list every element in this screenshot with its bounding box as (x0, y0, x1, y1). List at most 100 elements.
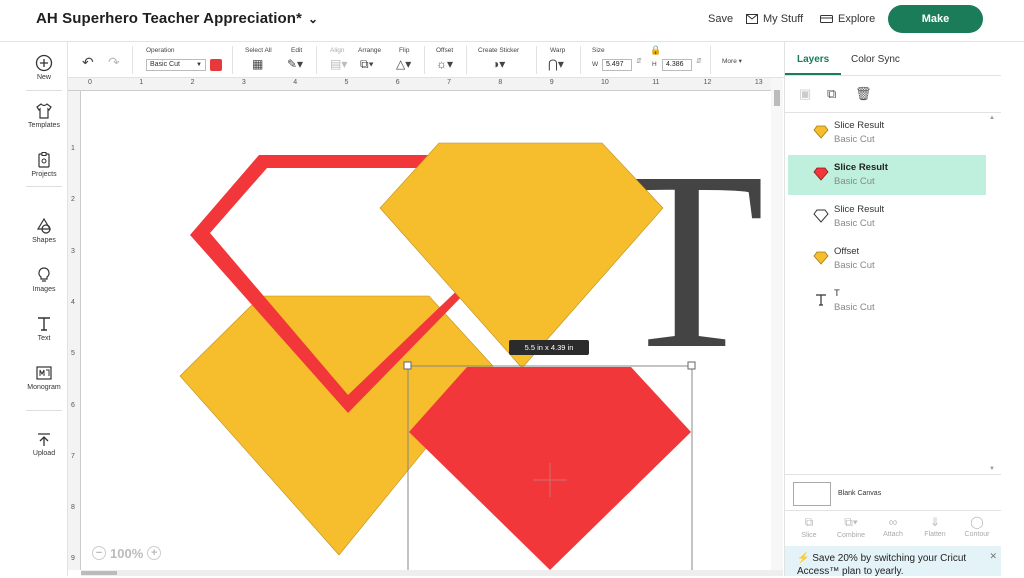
bolt-icon: ⚡ (797, 553, 810, 564)
clipboard-icon (38, 152, 50, 168)
combine-icon: ⧉▾ (844, 515, 858, 529)
select-all-icon[interactable]: ▦ (252, 57, 263, 71)
operation-color-swatch[interactable] (210, 59, 222, 71)
flatten-button[interactable]: ⇓ Flatten (915, 515, 955, 538)
undo-icon[interactable]: ↶ (82, 54, 94, 71)
promo-banner[interactable]: ⚡ Save 20% by switching your Cricut Acce… (785, 546, 1001, 577)
operation-value: Basic Cut (150, 61, 180, 68)
offset-icon[interactable]: ☼▾ (436, 57, 453, 71)
layer-item[interactable]: Slice Result Basic Cut (788, 197, 986, 237)
project-title[interactable]: AH Superhero Teacher Appreciation* ⌄ (36, 10, 318, 27)
duplicate-icon[interactable]: ⧉ (827, 86, 836, 102)
sidebar-item-label: Projects (31, 171, 57, 178)
canvas-vertical-scrollbar[interactable] (771, 78, 783, 570)
width-input[interactable]: 5.497 (602, 59, 632, 71)
ruler-number: 6 (71, 401, 75, 409)
warp-icon[interactable]: ⋂▾ (548, 57, 564, 71)
operation-select[interactable]: Basic Cut ▼ (146, 59, 206, 71)
align-icon[interactable]: ▤▾ (330, 57, 347, 71)
height-input[interactable]: 4.386 (662, 59, 692, 71)
sidebar-item-shapes[interactable]: Shapes (20, 217, 68, 244)
ruler-vertical: 1 2 3 4 5 6 7 8 9 (68, 91, 81, 570)
design-canvas[interactable]: T 5.5 in x 4.39 in − 100% + (81, 91, 771, 570)
chevron-down-icon[interactable]: ⌄ (308, 12, 318, 26)
scroll-thumb[interactable] (81, 571, 117, 575)
edit-toolbar: ↶ ↷ Operation Basic Cut ▼ Select All ▦ Ed… (68, 42, 784, 78)
canvas-horizontal-scrollbar[interactable] (81, 570, 783, 576)
trash-icon[interactable]: 🗑 (855, 86, 872, 102)
sidebar-item-label: New (36, 74, 51, 81)
sidebar-item-monogram[interactable]: Monogram (20, 364, 68, 391)
tab-layers[interactable]: Layers (797, 54, 829, 65)
layer-item[interactable]: T Basic Cut (788, 281, 986, 321)
make-button[interactable]: Make (888, 5, 983, 33)
width-label: W (592, 61, 599, 68)
zoom-in-button[interactable]: + (147, 546, 162, 560)
layer-name: Offset (834, 246, 860, 257)
caret-down-icon: ▼ (196, 62, 202, 68)
attach-label: Attach (883, 531, 903, 538)
shirt-icon (36, 103, 52, 119)
sidebar-item-images[interactable]: Images (20, 266, 68, 293)
group-icon[interactable]: ▣ (799, 86, 811, 102)
stepper-icon[interactable]: ⇵ (636, 57, 642, 65)
contour-button[interactable]: ◯ Contour (957, 515, 997, 538)
lock-icon[interactable]: 🔒 (650, 45, 661, 56)
top-bar: AH Superhero Teacher Appreciation* ⌄ Save… (0, 0, 1024, 42)
size-label: Size (592, 47, 605, 54)
ruler-number: 4 (293, 79, 298, 86)
divider (316, 46, 317, 74)
close-icon[interactable]: ✕ (989, 550, 997, 563)
combine-button[interactable]: ⧉▾ Combine (831, 515, 871, 539)
zoom-out-button[interactable]: − (92, 546, 106, 560)
sidebar-item-text[interactable]: Text (20, 315, 68, 342)
ruler-number: 7 (71, 452, 75, 460)
divider (466, 46, 467, 74)
my-stuff-link[interactable]: My Stuff (746, 13, 803, 25)
gold-diamond-icon (813, 251, 829, 265)
more-label: More (722, 58, 737, 65)
layer-item[interactable]: Offset Basic Cut (788, 239, 986, 279)
scroll-thumb[interactable] (774, 90, 780, 106)
layer-item-selected[interactable]: Slice Result Basic Cut (788, 155, 986, 195)
pencil-icon[interactable]: ✎▾ (287, 57, 303, 71)
sidebar-item-upload[interactable]: Upload (20, 430, 68, 457)
sidebar-item-label: Shapes (32, 237, 56, 244)
sidebar-item-label: Upload (32, 450, 56, 457)
resize-handle-top-left[interactable] (403, 361, 412, 370)
project-title-text: AH Superhero Teacher Appreciation* (36, 10, 302, 27)
ruler-number: 9 (71, 555, 75, 563)
attach-button[interactable]: ∞ Attach (873, 515, 913, 538)
warp-label: Warp (550, 47, 566, 54)
slice-button[interactable]: ⧉ Slice (789, 515, 829, 539)
scroll-up-icon[interactable]: ▲ (989, 115, 995, 121)
flip-icon[interactable]: △▾ (396, 57, 411, 71)
divider (536, 46, 537, 74)
divider (710, 46, 711, 74)
scroll-down-icon[interactable]: ▼ (989, 466, 995, 472)
blank-canvas-swatch[interactable] (793, 482, 831, 506)
sticker-icon[interactable]: ◑▾ (492, 57, 505, 71)
stepper-icon[interactable]: ⇵ (696, 57, 702, 65)
arrange-icon[interactable]: ⧉▾ (360, 57, 374, 72)
redo-icon[interactable]: ↷ (108, 54, 120, 71)
ruler-number: 8 (498, 79, 503, 86)
tab-color-sync[interactable]: Color Sync (851, 54, 900, 65)
divider (26, 186, 62, 187)
plus-circle-icon (35, 54, 53, 72)
ruler-number: 3 (71, 247, 75, 255)
blank-canvas-row[interactable]: Blank Canvas (785, 474, 1001, 510)
layer-item[interactable]: Slice Result Basic Cut (788, 113, 986, 153)
more-menu[interactable]: More ▾ (722, 57, 742, 65)
offset-label: Offset (436, 47, 454, 54)
ruler-number: 9 (549, 79, 554, 86)
explore-link[interactable]: Explore (820, 13, 875, 25)
letter-t[interactable]: T (609, 120, 765, 402)
resize-handle-top-right[interactable] (687, 361, 696, 370)
bulb-icon (38, 267, 50, 282)
slice-label: Slice (801, 532, 817, 539)
sidebar-item-templates[interactable]: Templates (20, 102, 68, 129)
save-link[interactable]: Save (708, 13, 733, 25)
sidebar-item-projects[interactable]: Projects (20, 151, 68, 178)
sidebar-item-new[interactable]: New (20, 54, 68, 81)
